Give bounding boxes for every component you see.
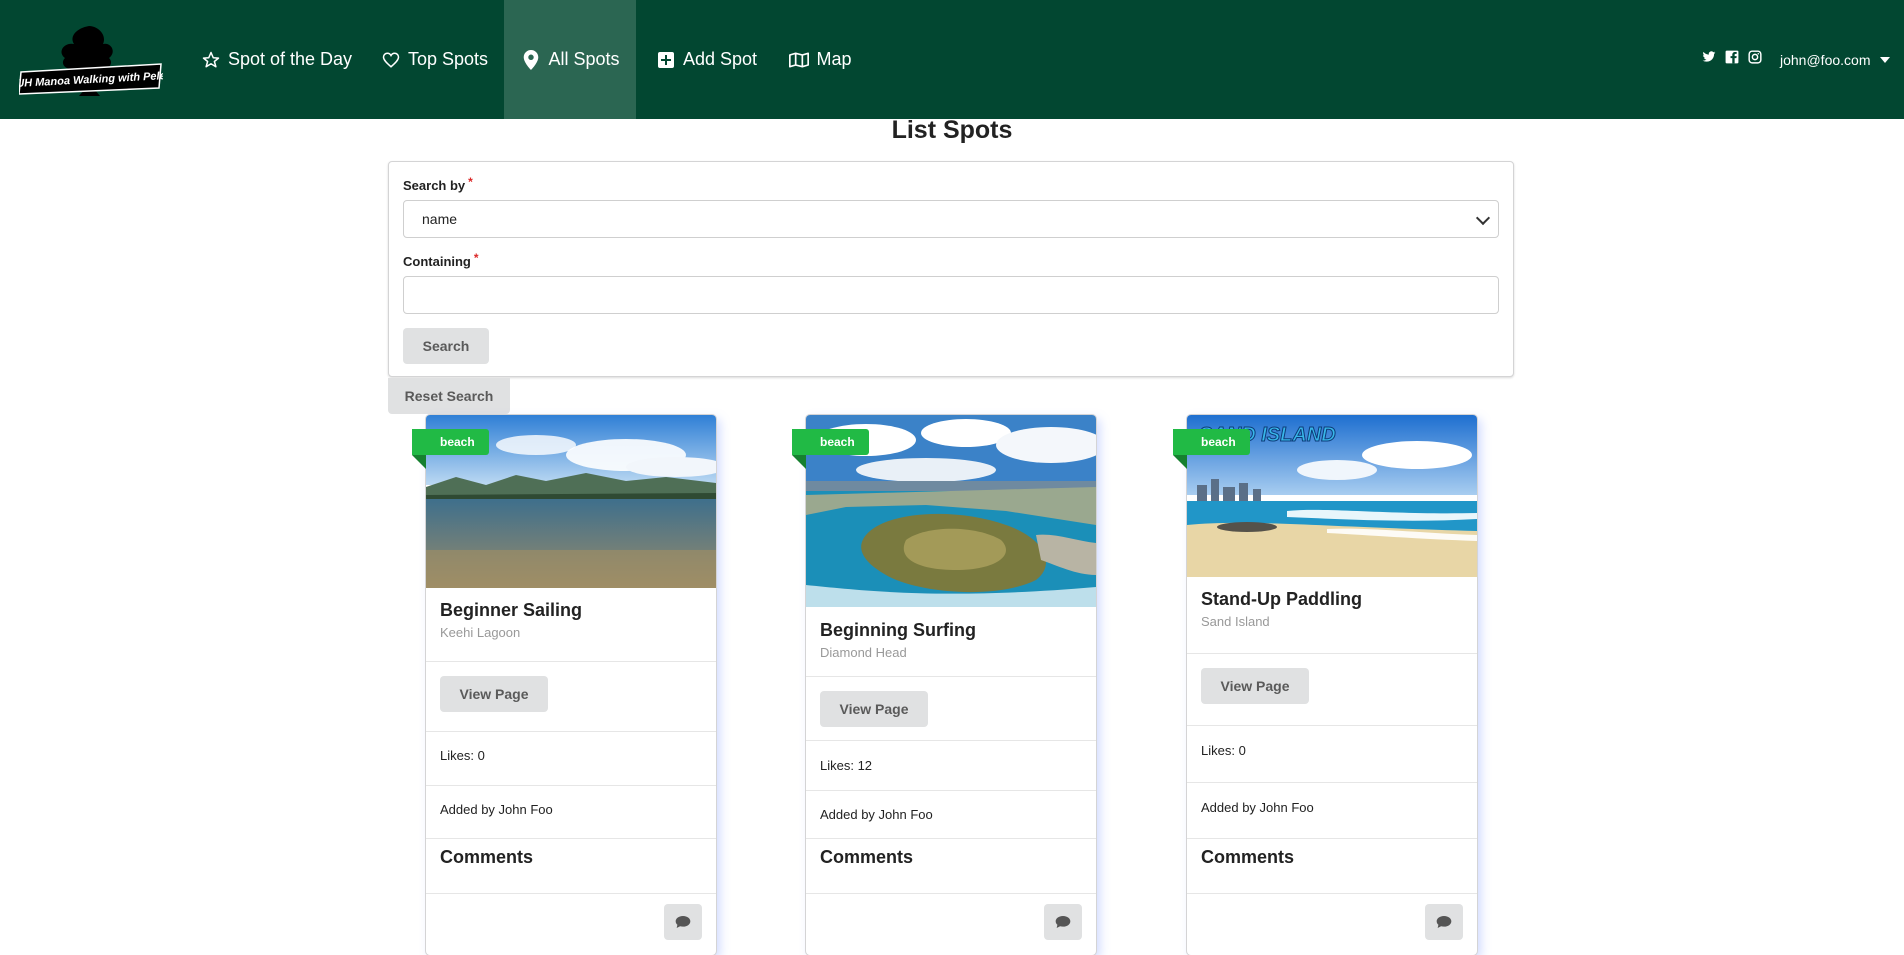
site-logo[interactable]: UH Manoa Walking with Pele bbox=[16, 14, 166, 104]
user-dropdown[interactable]: john@foo.com bbox=[1780, 0, 1891, 119]
required-mark: * bbox=[473, 251, 479, 265]
likes-count: Likes: 12 bbox=[820, 758, 873, 773]
divider bbox=[426, 731, 716, 732]
divider bbox=[806, 676, 1096, 677]
add-comment-button[interactable] bbox=[1044, 904, 1082, 940]
twitter-icon[interactable] bbox=[1702, 50, 1716, 64]
spot-location: Diamond Head bbox=[820, 645, 907, 660]
plus-square-icon bbox=[655, 50, 677, 70]
search-button[interactable]: Search bbox=[403, 328, 489, 364]
comment-icon bbox=[1436, 916, 1452, 928]
spot-card: SAND ISLAND beach Stand-Up Paddling Sand… bbox=[1173, 415, 1477, 955]
nav-label: All Spots bbox=[548, 49, 620, 69]
nav-label: Top Spots bbox=[407, 49, 489, 69]
comment-icon bbox=[1055, 916, 1071, 928]
spot-title: Beginner Sailing bbox=[440, 600, 583, 620]
divider bbox=[1187, 725, 1477, 726]
divider bbox=[426, 838, 716, 839]
view-page-button[interactable]: View Page bbox=[1201, 668, 1309, 704]
nav-label: Map bbox=[816, 49, 852, 69]
divider bbox=[1187, 893, 1477, 894]
spot-location: Sand Island bbox=[1201, 614, 1270, 629]
comments-heading: Comments bbox=[820, 847, 914, 867]
reset-search-button[interactable]: Reset Search bbox=[388, 378, 510, 414]
divider bbox=[426, 785, 716, 786]
divider bbox=[806, 838, 1096, 839]
nav-top-spots[interactable]: Top Spots bbox=[370, 0, 498, 119]
nav-add-spot[interactable]: Add Spot bbox=[650, 0, 762, 119]
likes-count: Likes: 0 bbox=[440, 748, 485, 763]
nav-label: Add Spot bbox=[682, 49, 758, 69]
containing-input[interactable] bbox=[403, 276, 1499, 314]
divider bbox=[426, 893, 716, 894]
spot-card: beach Beginner Sailing Keehi Lagoon View… bbox=[412, 415, 716, 955]
map-marker-icon bbox=[520, 49, 542, 70]
social-links bbox=[1702, 50, 1762, 64]
category-tag: beach bbox=[1173, 429, 1250, 469]
containing-label: Containing * bbox=[403, 251, 479, 269]
divider bbox=[426, 661, 716, 662]
spot-location: Keehi Lagoon bbox=[440, 625, 521, 640]
search-by-label: Search by * bbox=[403, 175, 473, 193]
comments-heading: Comments bbox=[1201, 847, 1295, 867]
search-by-select[interactable]: name bbox=[403, 200, 1499, 238]
page-title: List Spots bbox=[891, 116, 1013, 144]
map-outline-icon bbox=[788, 50, 810, 70]
spot-card: beach Beginning Surfing Diamond Head Vie… bbox=[792, 415, 1096, 955]
nav-spot-of-the-day[interactable]: Spot of the Day bbox=[190, 0, 362, 119]
nav-map[interactable]: Map bbox=[780, 0, 860, 119]
divider bbox=[806, 740, 1096, 741]
user-email: john@foo.com bbox=[1780, 51, 1871, 68]
heart-outline-icon bbox=[380, 50, 402, 70]
divider bbox=[1187, 782, 1477, 783]
required-mark: * bbox=[468, 175, 473, 189]
facebook-icon[interactable] bbox=[1725, 50, 1739, 64]
divider bbox=[1187, 838, 1477, 839]
instagram-icon[interactable] bbox=[1748, 50, 1762, 64]
search-form: Search by * name Containing * Search bbox=[388, 161, 1514, 377]
divider bbox=[1187, 653, 1477, 654]
spot-title: Beginning Surfing bbox=[820, 620, 976, 640]
add-comment-button[interactable] bbox=[664, 904, 702, 940]
star-outline-icon bbox=[200, 50, 222, 70]
caret-down-icon bbox=[1880, 56, 1891, 63]
top-navbar: UH Manoa Walking with Pele Spot of the D… bbox=[0, 0, 1904, 119]
view-page-button[interactable]: View Page bbox=[820, 691, 928, 727]
divider bbox=[806, 790, 1096, 791]
added-by: Added by John Foo bbox=[440, 802, 553, 817]
spot-title: Stand-Up Paddling bbox=[1201, 589, 1362, 609]
nav-label: Spot of the Day bbox=[227, 49, 353, 69]
comments-heading: Comments bbox=[440, 847, 534, 867]
category-tag: beach bbox=[792, 429, 869, 469]
added-by: Added by John Foo bbox=[820, 807, 933, 822]
view-page-button[interactable]: View Page bbox=[440, 676, 548, 712]
add-comment-button[interactable] bbox=[1425, 904, 1463, 940]
category-tag: beach bbox=[412, 429, 489, 469]
nav-all-spots[interactable]: All Spots bbox=[504, 0, 636, 119]
divider bbox=[806, 893, 1096, 894]
likes-count: Likes: 0 bbox=[1201, 743, 1246, 758]
added-by: Added by John Foo bbox=[1201, 800, 1314, 815]
comment-icon bbox=[675, 916, 691, 928]
chevron-down-icon bbox=[1475, 210, 1491, 226]
